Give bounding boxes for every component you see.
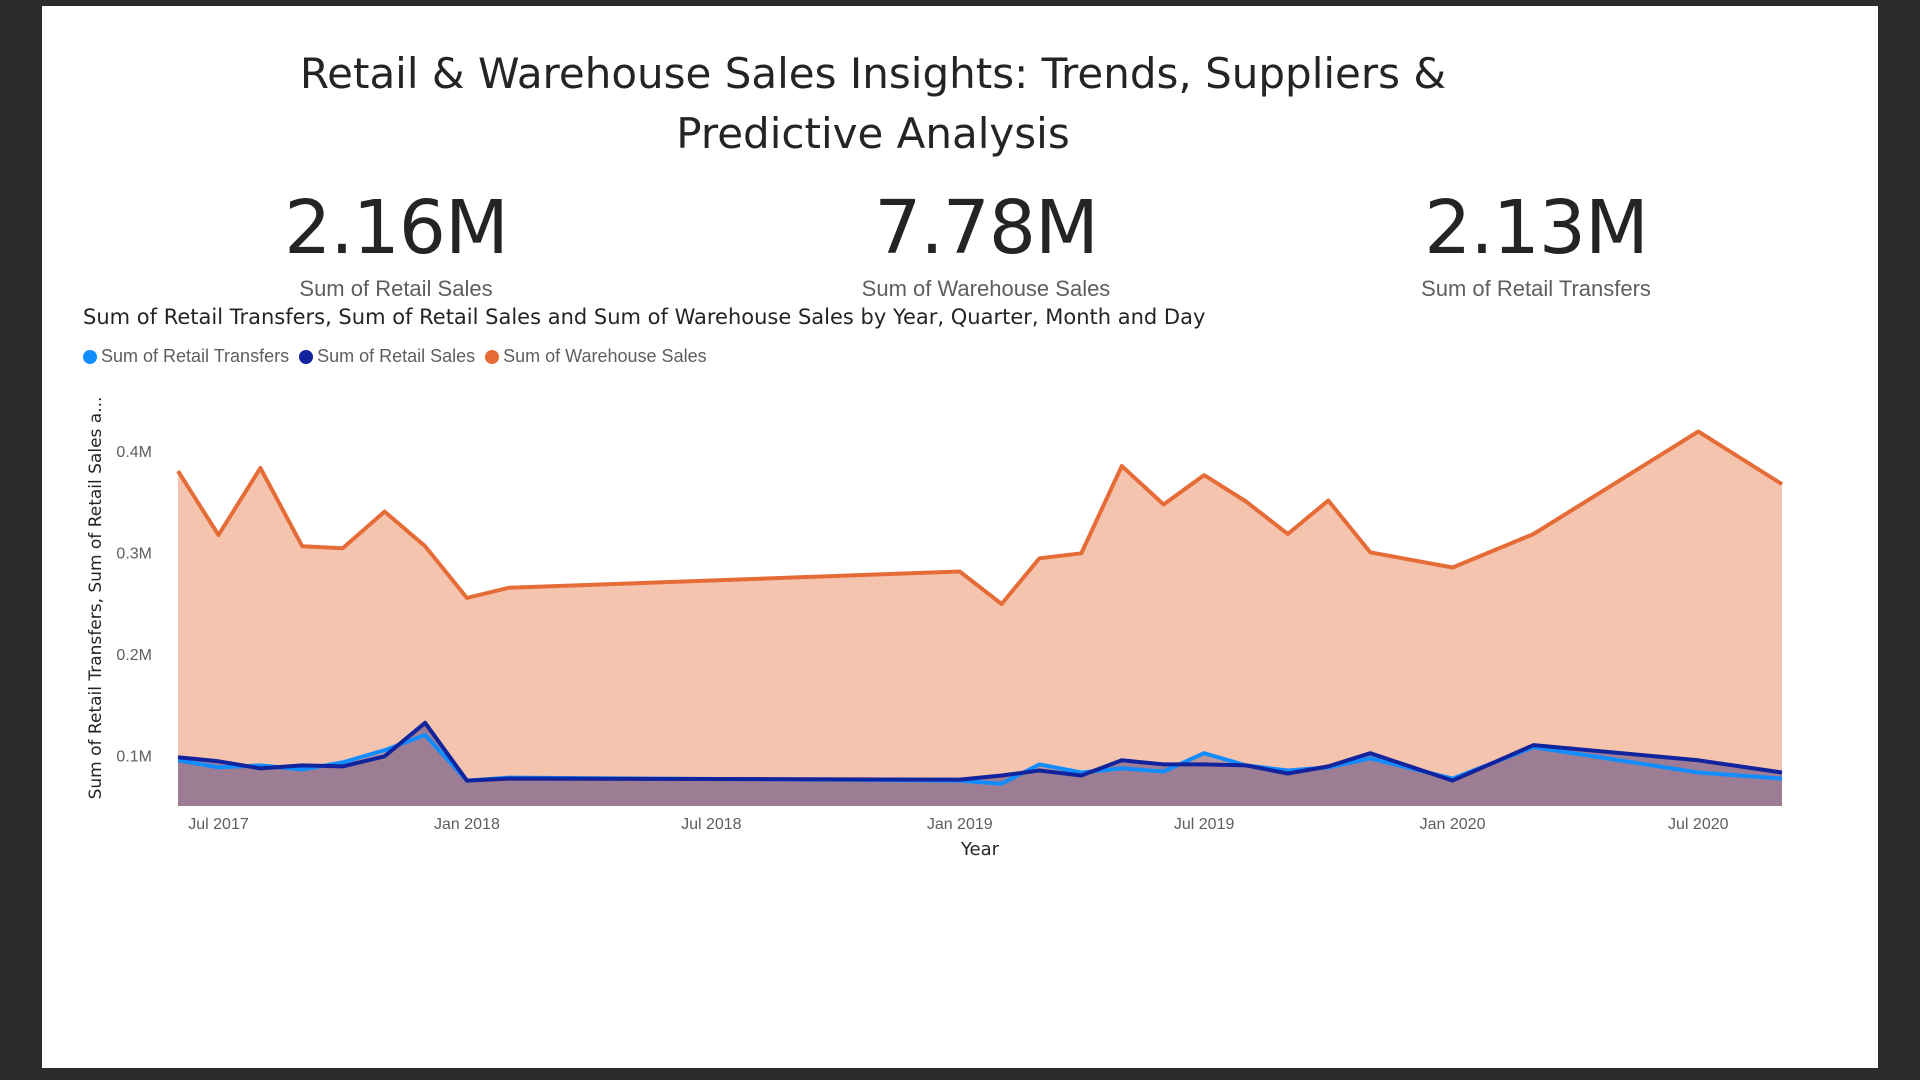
x-tick-label: Jan 2018 xyxy=(434,816,500,833)
area-chart[interactable]: 0.1M 0.2M 0.3M 0.4M Jul 2017 Jan 2018 Jul 2018… xyxy=(0,0,1920,1080)
y-tick-label: 0.1M xyxy=(116,748,152,765)
y-tick-label: 0.3M xyxy=(116,545,152,562)
x-tick-label: Jul 2018 xyxy=(681,816,742,833)
x-tick-label: Jan 2020 xyxy=(1420,816,1486,833)
x-axis-title: Year xyxy=(960,839,1000,860)
y-tick-label: 0.4M xyxy=(116,444,152,461)
x-tick-label: Jul 2017 xyxy=(188,816,249,833)
x-tick-label: Jul 2020 xyxy=(1668,816,1729,833)
x-tick-label: Jul 2019 xyxy=(1174,816,1235,833)
y-axis-title: Sum of Retail Transfers, Sum of Retail S… xyxy=(86,397,106,800)
y-tick-label: 0.2M xyxy=(116,647,152,664)
x-tick-label: Jan 2019 xyxy=(927,816,993,833)
